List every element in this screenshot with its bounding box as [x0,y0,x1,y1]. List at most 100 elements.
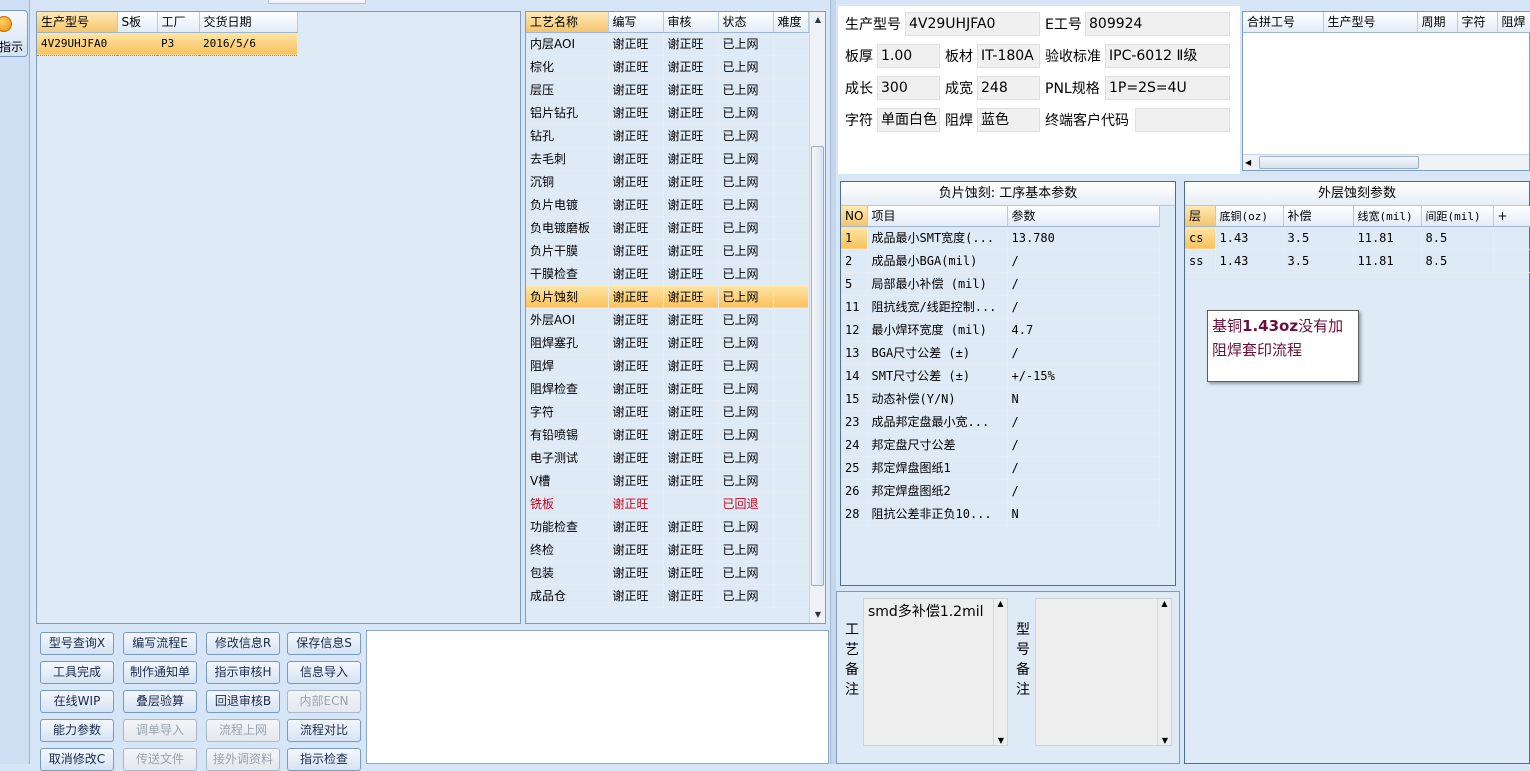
process-status[interactable]: 已上网 [718,170,774,194]
process-difficulty[interactable] [773,538,809,562]
merge-hscroll[interactable]: ◀ [1243,154,1529,170]
process-status[interactable]: 已上网 [718,377,774,401]
params-item[interactable]: 动态补偿(Y/N) [867,387,1008,411]
params-row[interactable]: 26 邦定焊盘图纸2/ [841,479,1160,503]
outer-spacing[interactable]: 8.5 [1421,249,1494,273]
params-col-item[interactable]: 项目 [867,206,1008,227]
outer-col-plus[interactable]: + [1493,206,1530,227]
field-width[interactable]: 248 [977,76,1040,100]
action-button[interactable]: 编写流程E [123,632,197,655]
outer-row[interactable]: ss 1.43 3.5 11.81 8.5 [1185,249,1530,273]
scroll-up-icon[interactable]: ▲ [810,12,826,28]
field-eno[interactable]: 809924 [1085,12,1230,36]
process-status[interactable]: 已上网 [718,354,774,378]
params-no[interactable]: 25 [841,456,868,480]
outer-col-copper[interactable]: 底铜(oz) [1215,206,1284,227]
params-item[interactable]: 成品最小SMT宽度(... [867,226,1008,250]
merge-col-model[interactable]: 生产型号 [1323,12,1418,33]
process-difficulty[interactable] [773,216,809,240]
action-button[interactable]: 内部ECN [287,690,361,713]
merge-col-eno[interactable]: 合拼工号 [1243,12,1324,33]
params-item[interactable]: 成品邦定盘最小宽... [867,410,1008,434]
process-name[interactable]: 阻焊 [526,354,609,378]
process-status[interactable]: 已上网 [718,239,774,263]
process-reviewer[interactable]: 谢正旺 [663,584,719,608]
process-difficulty[interactable] [773,423,809,447]
params-row[interactable]: 28 阻抗公差非正负10... N [841,502,1160,526]
process-status[interactable]: 已上网 [718,331,774,355]
scroll-thumb[interactable] [811,146,824,586]
process-writer[interactable]: 谢正旺 [608,538,664,562]
process-status[interactable]: 已上网 [718,446,774,470]
process-writer[interactable]: 谢正旺 [608,124,664,148]
process-writer[interactable]: 谢正旺 [608,170,664,194]
process-difficulty[interactable] [773,262,809,286]
process-difficulty[interactable] [773,193,809,217]
process-difficulty[interactable] [773,400,809,424]
process-row[interactable]: 负电镀磨板 谢正旺 谢正旺 已上网 [526,216,809,240]
process-writer[interactable]: 谢正旺 [608,584,664,608]
scroll-down-icon[interactable]: ▼ [810,607,826,623]
params-item[interactable]: BGA尺寸公差 (±) [867,341,1008,365]
outer-comp[interactable]: 3.5 [1283,226,1354,250]
params-no[interactable]: 23 [841,410,868,434]
process-reviewer[interactable]: 谢正旺 [663,193,719,217]
process-writer[interactable]: 谢正旺 [608,101,664,125]
process-name[interactable]: 棕化 [526,55,609,79]
order-date[interactable]: 2016/5/6 [199,31,297,56]
process-status[interactable]: 已上网 [718,284,774,309]
field-material[interactable]: IT-180A [977,44,1040,68]
action-button[interactable]: 取消修改C [40,748,114,771]
process-name[interactable]: 负片蚀刻 [526,284,609,309]
params-item[interactable]: 成品最小BGA(mil) [867,249,1008,273]
params-value[interactable]: +/-15% [1007,364,1160,388]
process-name[interactable]: 外层AOI [526,308,609,332]
params-no[interactable]: 14 [841,364,868,388]
process-row[interactable]: 铣板 谢正旺 已回退 [526,492,809,516]
process-reviewer[interactable]: 谢正旺 [663,124,719,148]
process-reviewer[interactable]: 谢正旺 [663,469,719,493]
outer-row[interactable]: cs 1.43 3.5 11.81 8.5 [1185,226,1530,250]
model-remark-up-icon[interactable]: ▲ [1158,599,1171,608]
params-no[interactable]: 11 [841,295,868,319]
process-name[interactable]: 负电镀磨板 [526,216,609,240]
action-button[interactable]: 传送文件 [123,748,197,771]
process-row[interactable]: 层压 谢正旺 谢正旺 已上网 [526,78,809,102]
outer-copper[interactable]: 1.43 [1215,226,1284,250]
process-reviewer[interactable]: 谢正旺 [663,78,719,102]
process-reviewer[interactable]: 谢正旺 [663,446,719,470]
process-name[interactable]: 沉铜 [526,170,609,194]
params-value[interactable]: N [1007,387,1160,411]
process-reviewer[interactable]: 谢正旺 [663,147,719,171]
action-button[interactable]: 型号查询X [40,632,114,655]
params-row[interactable]: 14 SMT尺寸公差 (±) +/-15% [841,364,1160,388]
field-pnl[interactable]: 1P=2S=4U [1105,76,1230,100]
params-row[interactable]: 1 成品最小SMT宽度(... 13.780 [841,226,1160,250]
process-reviewer[interactable] [663,492,719,516]
params-item[interactable]: 阻抗公差非正负10... [867,502,1008,526]
process-difficulty[interactable] [773,561,809,585]
outer-plus[interactable] [1493,226,1530,250]
params-item[interactable]: 局部最小补偿 (mil) [867,272,1008,296]
params-no[interactable]: 13 [841,341,868,365]
params-value[interactable]: / [1007,456,1160,480]
process-reviewer[interactable]: 谢正旺 [663,262,719,286]
params-value[interactable]: / [1007,433,1160,457]
process-name[interactable]: 铣板 [526,492,609,516]
process-row[interactable]: 干膜检查 谢正旺 谢正旺 已上网 [526,262,809,286]
field-length[interactable]: 300 [877,76,940,100]
process-status[interactable]: 已回退 [718,492,774,516]
action-button[interactable]: 调单导入 [123,719,197,742]
process-writer[interactable]: 谢正旺 [608,284,664,309]
action-button[interactable]: 保存信息S [287,632,361,655]
process-name[interactable]: V槽 [526,469,609,493]
process-difficulty[interactable] [773,492,809,516]
process-name[interactable]: 负片干膜 [526,239,609,263]
outer-spacing[interactable]: 8.5 [1421,226,1494,250]
process-name[interactable]: 层压 [526,78,609,102]
process-row[interactable]: 铝片钻孔 谢正旺 谢正旺 已上网 [526,101,809,125]
order-s[interactable] [117,31,157,56]
process-difficulty[interactable] [773,124,809,148]
process-col-reviewer[interactable]: 审核 [663,12,719,33]
process-remark-box[interactable]: smd多补偿1.2mil ▲ ▼ [863,598,1008,746]
